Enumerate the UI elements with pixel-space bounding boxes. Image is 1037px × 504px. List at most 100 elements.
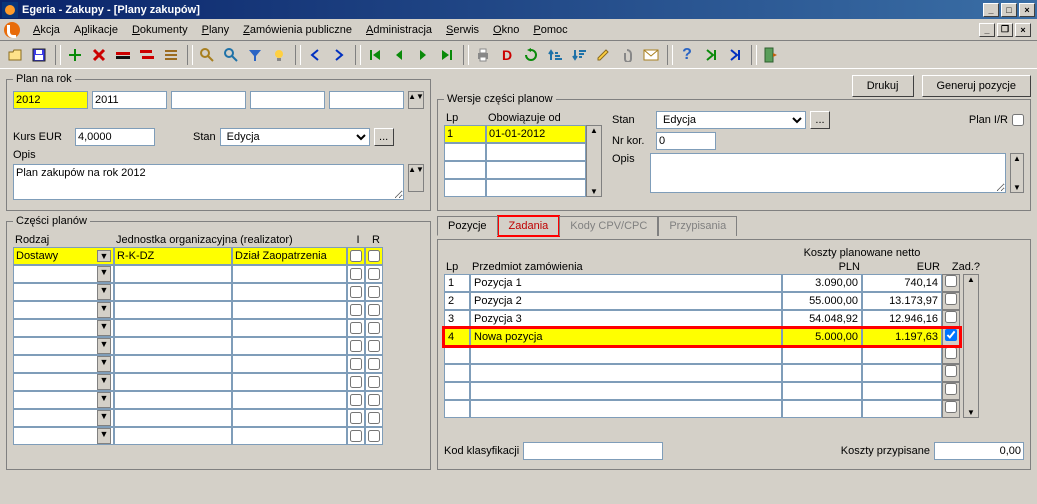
dropdown-icon[interactable]: ▼ [97, 374, 111, 390]
attach-icon[interactable] [616, 44, 638, 66]
kod-klasyfikacji-field[interactable] [523, 442, 663, 460]
opis-field[interactable]: Plan zakupów na rok 2012 [13, 164, 404, 200]
year-next-field[interactable] [92, 91, 167, 109]
refresh-icon[interactable] [520, 44, 542, 66]
dropdown-icon[interactable]: ▼ [97, 266, 111, 282]
pozycja-row[interactable] [444, 382, 960, 400]
pozycja-row[interactable] [444, 400, 960, 418]
next-icon[interactable] [412, 44, 434, 66]
poz-pln-cell[interactable] [782, 346, 862, 364]
poz-lp-cell[interactable] [444, 328, 470, 346]
find-next-icon[interactable] [220, 44, 242, 66]
tab-zadania[interactable]: Zadania [498, 216, 560, 236]
czesci-row-blank[interactable]: ▼ [13, 319, 424, 337]
poz-zad-cell[interactable] [942, 310, 960, 328]
open-icon[interactable] [4, 44, 26, 66]
wersje-stan-lookup[interactable]: ... [810, 111, 830, 129]
poz-zad-cell[interactable] [942, 328, 960, 346]
copy-row-icon[interactable] [136, 44, 158, 66]
jorg-kod-cell[interactable] [114, 247, 232, 265]
poz-subj-cell[interactable] [470, 310, 782, 328]
kurs-eur-field[interactable] [75, 128, 155, 146]
maximize-button[interactable]: □ [1001, 3, 1017, 17]
pozycja-row[interactable] [444, 346, 960, 364]
poz-eur-cell[interactable] [862, 274, 942, 292]
poz-eur-cell[interactable] [862, 400, 942, 418]
poz-pln-cell[interactable] [782, 364, 862, 382]
sort-asc-icon[interactable] [544, 44, 566, 66]
poz-pln-cell[interactable] [782, 328, 862, 346]
pozycja-row[interactable] [444, 310, 960, 328]
clear-icon[interactable] [112, 44, 134, 66]
poz-eur-cell[interactable] [862, 328, 942, 346]
tab-pozycje[interactable]: Pozycje [437, 216, 498, 236]
poz-subj-cell[interactable] [470, 346, 782, 364]
czesci-row-blank[interactable]: ▼ [13, 355, 424, 373]
poz-subj-cell[interactable] [470, 328, 782, 346]
poz-pln-cell[interactable] [782, 382, 862, 400]
czesci-row[interactable]: Dostawy ▼ [13, 247, 424, 265]
menu-plany[interactable]: Plany [195, 22, 237, 38]
nav-next-icon[interactable] [328, 44, 350, 66]
wersja-row[interactable] [444, 125, 586, 143]
dropdown-icon[interactable]: ▼ [97, 302, 111, 318]
poz-subj-cell[interactable] [470, 382, 782, 400]
year-blank3-field[interactable] [329, 91, 404, 109]
menu-akcja[interactable]: Akcja [26, 22, 67, 38]
i-checkbox[interactable] [350, 250, 362, 262]
poz-pln-cell[interactable] [782, 310, 862, 328]
wersje-opis-field[interactable] [650, 153, 1006, 193]
plan-ir-checkbox[interactable] [1012, 114, 1024, 126]
stan-select[interactable]: Edycja [220, 128, 370, 146]
wersje-opis-scroll[interactable]: ▲▼ [1010, 153, 1024, 193]
dropdown-icon[interactable]: ▼ [97, 356, 111, 372]
wersja-obow-cell[interactable] [486, 125, 586, 143]
mail-icon[interactable] [640, 44, 662, 66]
poz-lp-cell[interactable] [444, 346, 470, 364]
poz-eur-cell[interactable] [862, 292, 942, 310]
year-active-field[interactable] [13, 91, 88, 109]
filter-icon[interactable] [244, 44, 266, 66]
wersja-row-blank[interactable] [444, 161, 586, 179]
poz-eur-cell[interactable] [862, 364, 942, 382]
step-fwd-icon[interactable] [700, 44, 722, 66]
mdi-minimize-button[interactable]: _ [979, 23, 995, 37]
dropdown-icon[interactable]: ▼ [97, 320, 111, 336]
wersja-row-blank[interactable] [444, 143, 586, 161]
koszty-przypisane-field[interactable] [934, 442, 1024, 460]
pozycja-row[interactable] [444, 292, 960, 310]
opis-scroll[interactable]: ▲▼ [408, 164, 424, 192]
prev-icon[interactable] [388, 44, 410, 66]
poz-zad-cell[interactable] [942, 364, 960, 382]
czesci-row-blank[interactable]: ▼ [13, 391, 424, 409]
poz-zad-cell[interactable] [942, 292, 960, 310]
wersje-scroll[interactable]: ▲▼ [586, 125, 602, 197]
czesci-row-blank[interactable]: ▼ [13, 265, 424, 283]
dropdown-icon[interactable]: ▼ [97, 250, 111, 262]
pozycja-row[interactable] [444, 274, 960, 292]
menu-okno[interactable]: Okno [486, 22, 526, 38]
idea-icon[interactable] [268, 44, 290, 66]
poz-lp-cell[interactable] [444, 274, 470, 292]
sort-desc-icon[interactable] [568, 44, 590, 66]
year-blank1-field[interactable] [171, 91, 246, 109]
czesci-row-blank[interactable]: ▼ [13, 427, 424, 445]
nav-prev-icon[interactable] [304, 44, 326, 66]
poz-zad-cell[interactable] [942, 274, 960, 292]
close-button[interactable]: × [1019, 3, 1035, 17]
czesci-row-blank[interactable]: ▼ [13, 373, 424, 391]
jorg-nazwa-cell[interactable] [232, 247, 347, 265]
dropdown-icon[interactable]: ▼ [97, 410, 111, 426]
letter-icon[interactable]: D [496, 44, 518, 66]
pozycja-row[interactable] [444, 364, 960, 382]
edit-icon[interactable] [592, 44, 614, 66]
year-blank2-field[interactable] [250, 91, 325, 109]
menu-aplikacje[interactable]: Aplikacje [67, 22, 125, 38]
poz-eur-cell[interactable] [862, 310, 942, 328]
poz-pln-cell[interactable] [782, 292, 862, 310]
poz-zad-cell[interactable] [942, 382, 960, 400]
mdi-restore-button[interactable]: ❐ [997, 23, 1013, 37]
wersja-lp-cell[interactable] [444, 125, 486, 143]
exit-icon[interactable] [760, 44, 782, 66]
tab-przypisania[interactable]: Przypisania [658, 216, 737, 236]
